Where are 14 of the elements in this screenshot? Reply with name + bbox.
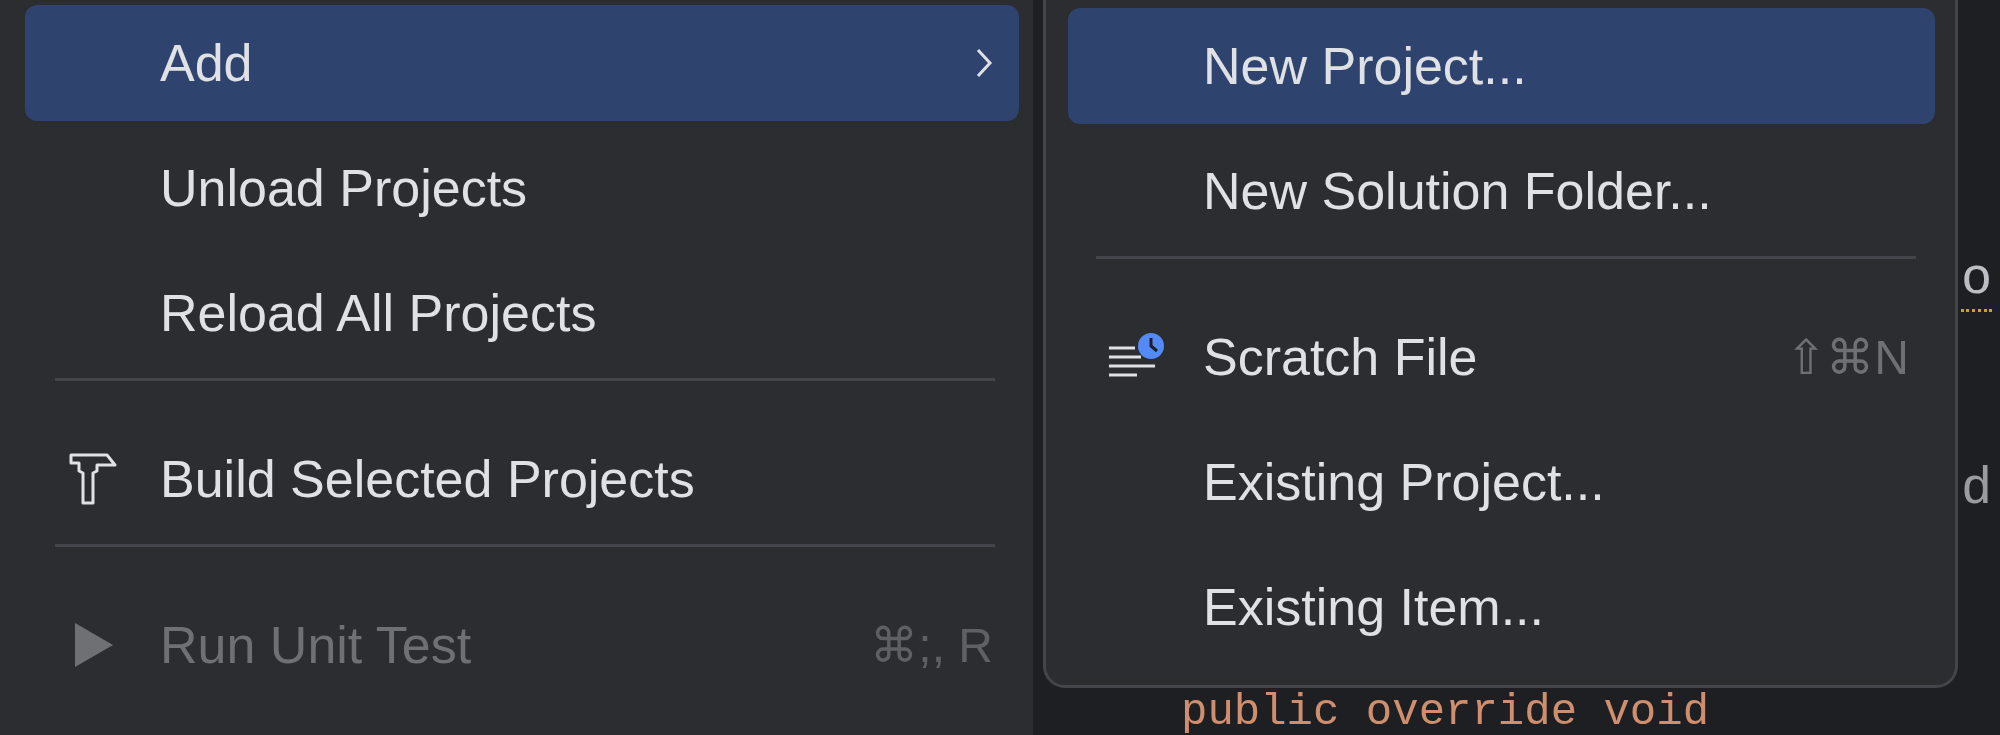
- menu-item[interactable]: New Project...: [1068, 8, 1935, 124]
- menu-item[interactable]: Scratch File ⇧⌘N: [1068, 299, 1935, 415]
- menu-item[interactable]: Unload Projects: [25, 130, 1019, 246]
- menu-item[interactable]: Existing Item...: [1068, 549, 1935, 665]
- shortcut-label: ⇧⌘N: [1786, 330, 1909, 385]
- menu-item[interactable]: Build Selected Projects: [25, 421, 1019, 537]
- menu-item[interactable]: Existing Project...: [1068, 424, 1935, 540]
- code-line: public override void: [1181, 690, 1710, 734]
- menu-item[interactable]: New Solution Folder...: [1068, 133, 1935, 249]
- menu-item[interactable]: Reload All Projects: [25, 255, 1019, 371]
- chevron-right-icon: [975, 47, 993, 79]
- menu-item[interactable]: Add: [25, 5, 1019, 121]
- code-line: d: [1961, 460, 1993, 519]
- code-line: o: [1961, 250, 1993, 312]
